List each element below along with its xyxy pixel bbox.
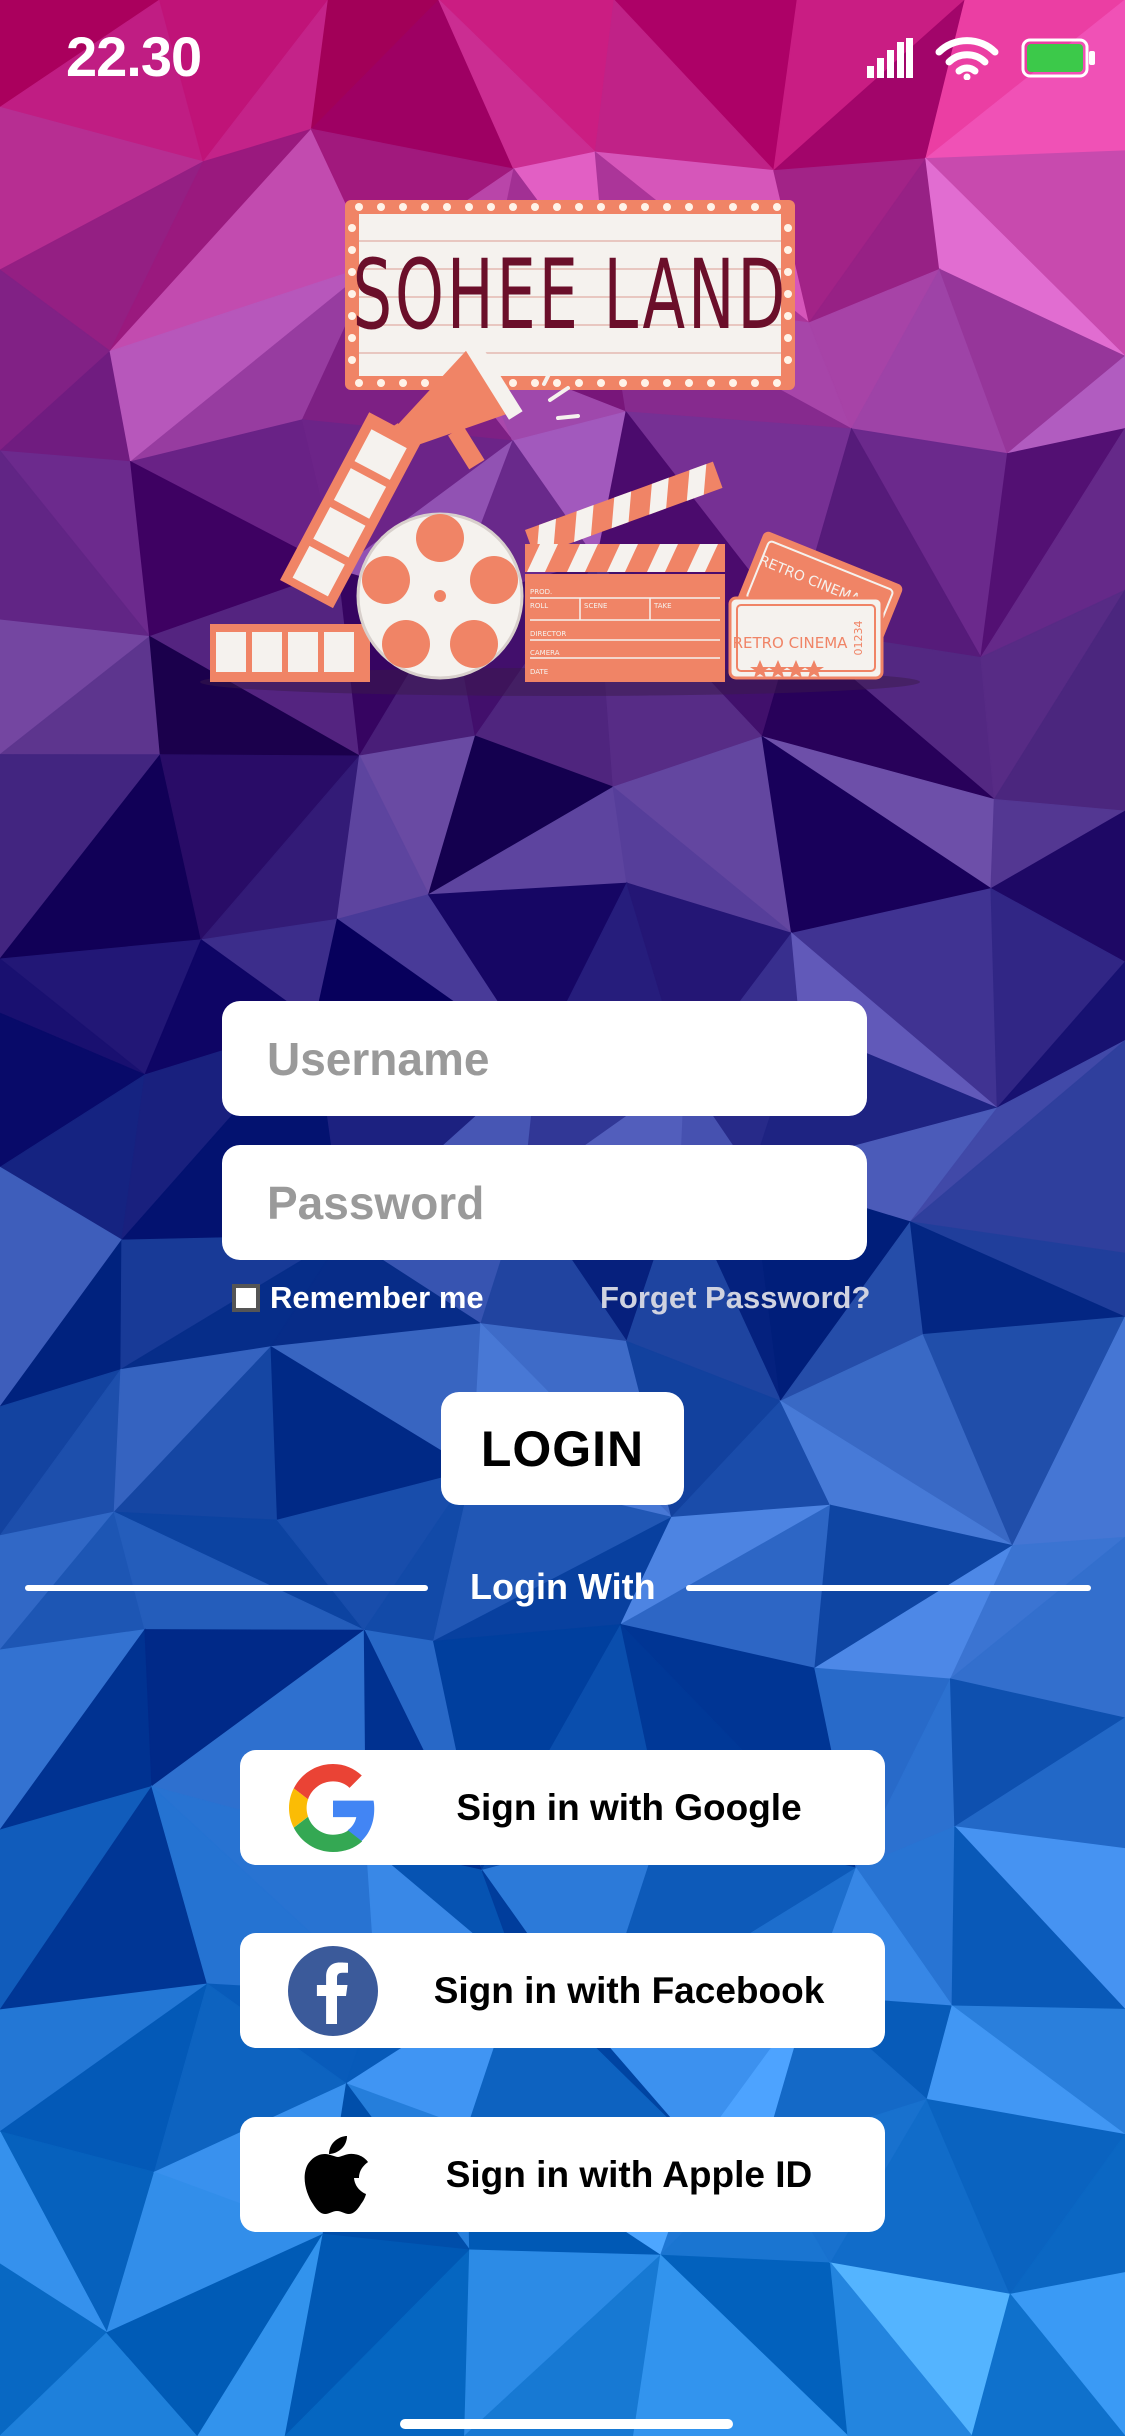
username-input[interactable] — [267, 1031, 867, 1086]
clapper-field: CAMERA — [530, 649, 560, 657]
apple-signin-button[interactable]: Sign in with Apple ID — [240, 2117, 885, 2232]
cellular-signal-icon — [867, 38, 913, 78]
remember-me[interactable]: Remember me — [232, 1280, 484, 1316]
clapper-field: PROD. — [530, 588, 552, 596]
login-button[interactable]: LOGIN — [441, 1392, 684, 1505]
clapper-field: ROLL — [530, 602, 548, 610]
cinema-props-illustration: PROD. ROLL SCENE TAKE DIRECTOR CAMERA DA… — [200, 336, 920, 696]
username-field[interactable] — [222, 1001, 867, 1116]
clapper-field: DATE — [530, 668, 548, 676]
login-with-label: Login With — [470, 1566, 656, 1607]
facebook-icon — [283, 1941, 383, 2041]
clapper-field: SCENE — [584, 602, 607, 610]
google-signin-button[interactable]: Sign in with Google — [240, 1750, 885, 1865]
divider-line-left — [25, 1585, 428, 1591]
divider-line-right — [686, 1585, 1091, 1591]
status-icons — [867, 36, 1097, 80]
password-input[interactable] — [267, 1175, 867, 1230]
remember-me-checkbox[interactable] — [232, 1284, 260, 1312]
film-reel-icon — [356, 512, 524, 680]
status-time: 22.30 — [66, 25, 202, 88]
clapper-field: TAKE — [653, 602, 672, 610]
home-indicator[interactable] — [400, 2419, 733, 2429]
clapper-field: DIRECTOR — [530, 630, 566, 638]
cinema-logo: SOHEE LAND PROD. ROLL SCENE TAKE DIRECTO… — [180, 200, 940, 720]
ticket-number: 01234 — [852, 621, 865, 656]
facebook-signin-label: Sign in with Facebook — [433, 1969, 825, 2011]
apple-icon — [283, 2125, 383, 2225]
apple-signin-label: Sign in with Apple ID — [445, 2153, 813, 2195]
forgot-password-link[interactable]: Forget Password? — [600, 1280, 870, 1316]
remember-me-label: Remember me — [270, 1280, 484, 1315]
ticket-text: RETRO CINEMA — [733, 634, 849, 652]
clapperboard-icon: PROD. ROLL SCENE TAKE DIRECTOR CAMERA DA… — [525, 461, 725, 682]
wifi-icon — [935, 37, 999, 80]
password-field[interactable] — [222, 1145, 867, 1260]
facebook-signin-button[interactable]: Sign in with Facebook — [240, 1933, 885, 2048]
google-icon — [283, 1758, 383, 1858]
battery-icon — [1021, 38, 1095, 78]
ticket-icon: RETRO CINEMA 01234 RETRO CINEMA 01234 — [728, 531, 903, 680]
google-signin-label: Sign in with Google — [456, 1786, 802, 1828]
